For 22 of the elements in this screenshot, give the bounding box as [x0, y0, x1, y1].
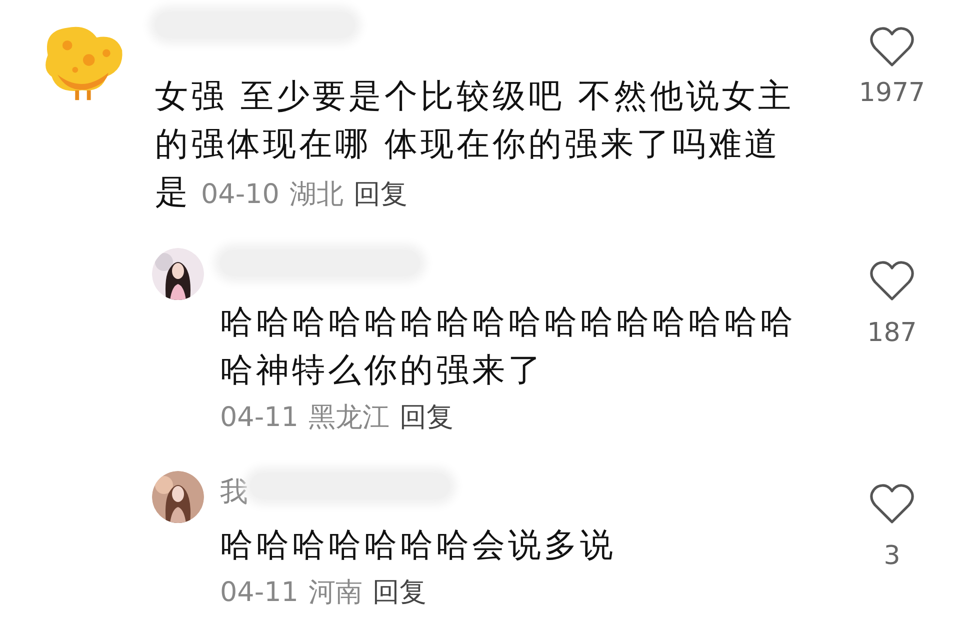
- comment-text: 女强 至少要是个比较级吧 不然他说女主: [155, 75, 795, 117]
- comment-date: 04-10: [201, 178, 280, 212]
- comment-location: 河南: [308, 576, 362, 610]
- like-count: 1977: [858, 78, 926, 108]
- reply-link[interactable]: 回复: [353, 171, 408, 219]
- comment-location: 黑龙江: [308, 401, 390, 435]
- heart-icon[interactable]: [869, 260, 915, 302]
- reply-link[interactable]: 回复: [399, 394, 454, 442]
- reply-link[interactable]: 回复: [372, 569, 426, 617]
- comment-text: 哈哈哈哈哈哈哈会说多说: [220, 524, 617, 566]
- comment-date: 04-11: [220, 576, 298, 610]
- comment-text: 是: [155, 171, 191, 213]
- username[interactable]: 我: [220, 473, 248, 511]
- comment-text: 哈哈哈哈哈哈哈哈哈哈哈哈哈哈哈哈: [220, 301, 797, 343]
- comment-text: 哈神特么你的强来了: [220, 349, 545, 391]
- comment-location: 湖北: [289, 178, 344, 212]
- heart-icon[interactable]: [869, 483, 915, 525]
- heart-icon[interactable]: [869, 26, 915, 68]
- like-count: 3: [884, 541, 900, 571]
- comment-date: 04-11: [220, 401, 298, 435]
- comment-text: 的强体现在哪 体现在你的强来了吗难道: [155, 123, 782, 165]
- like-count: 187: [867, 318, 917, 348]
